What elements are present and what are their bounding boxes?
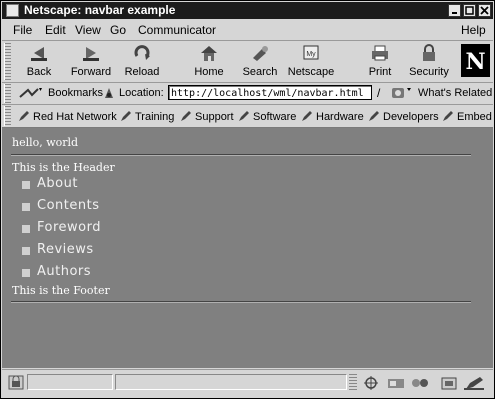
minimize-button[interactable] [448,4,461,17]
menu-edit[interactable]: Edit [45,23,66,37]
minimize-icon [452,12,457,14]
search-button[interactable]: Search [239,41,281,82]
home-icon [201,46,217,61]
search-flashlight-icon [253,46,268,61]
dropdown-slash-icon[interactable]: / [377,86,380,100]
back-arrow-icon [31,47,47,61]
address-book-component-icon[interactable] [441,377,457,390]
status-grip[interactable] [349,374,357,390]
horizontal-rule-bottom [11,301,471,303]
personal-item-hardware[interactable]: Hardware [301,110,364,123]
square-bullet-icon [22,225,30,233]
composer-component-icon[interactable] [464,377,484,390]
nav-link-contents[interactable]: Contents [37,198,99,213]
nav-link-about[interactable]: About [37,176,78,191]
menu-go[interactable]: Go [110,23,126,37]
header-text: This is the Header [12,161,115,174]
personal-item-embed[interactable]: Embed [442,110,492,123]
netscape-logo: N [461,44,490,77]
window-title: Netscape: navbar example [24,3,176,17]
personal-toolbar-grip[interactable] [4,106,11,126]
netscape-n-logo-icon: N [465,49,485,75]
greeting-text: hello, world [12,136,79,149]
maximize-icon [465,6,474,15]
netscape-button[interactable]: My Netscape [287,41,335,82]
status-bar [2,369,493,398]
svg-text:N: N [465,49,485,75]
forward-arrow-icon [83,47,99,61]
nav-link-authors[interactable]: Authors [37,264,91,279]
square-bullet-icon [22,247,30,255]
toolbar-grip[interactable] [4,43,11,80]
bookmarks-icon [19,88,42,98]
bookmark-pen-icon [369,111,379,121]
home-button[interactable]: Home [190,41,228,82]
bookmark-pen-icon [239,111,249,121]
component-bar [364,376,484,390]
mail-component-icon[interactable] [388,379,404,388]
netscape-my-icon: My [303,45,319,60]
navigator-component-icon[interactable] [364,376,378,390]
page-content: hello, world This is the Header About Co… [2,128,493,368]
bookmark-pen-icon [181,111,191,121]
location-label: Location: [119,87,164,99]
bookmark-pen-icon [19,111,29,121]
security-button[interactable]: Security [406,41,452,82]
location-url-input[interactable]: http://localhost/wml/navbar.html [168,85,372,100]
personal-item-software[interactable]: Software [238,110,296,123]
close-button[interactable] [478,4,491,17]
progress-field [27,374,113,390]
maximize-button[interactable] [463,4,476,17]
horizontal-rule-top [11,154,471,156]
bookmark-pen-icon [302,111,312,121]
bookmark-pen-icon [121,111,131,121]
bookmarks-button[interactable]: Bookmarks [48,87,103,99]
close-icon [480,6,489,15]
window-menu-icon[interactable] [6,4,19,17]
status-message-field [115,374,347,390]
personal-item-red-hat-network[interactable]: Red Hat Network [18,110,117,123]
footer-text: This is the Footer [12,284,110,297]
browser-window: Netscape: navbar example File Edit View … [0,0,495,399]
whats-related-button[interactable]: What's Related [418,87,492,99]
square-bullet-icon [22,269,30,277]
printer-icon [372,45,388,61]
personal-item-developers[interactable]: Developers [368,110,439,123]
personal-toolbar: Red Hat Network Training Support Softwar… [2,105,493,128]
newsgroups-component-icon[interactable] [412,379,428,387]
location-toolbar: Bookmarks Location: http://localhost/wml… [2,83,493,105]
menu-help[interactable]: Help [461,23,486,37]
navigation-toolbar: Back Forward Reload Home Search My Netsc… [2,41,493,83]
padlock-icon [423,44,435,61]
location-toolbar-grip[interactable] [4,84,11,103]
menu-view[interactable]: View [75,23,101,37]
square-bullet-icon [22,203,30,211]
personal-item-training[interactable]: Training [120,110,174,123]
back-button[interactable]: Back [16,41,62,82]
location-icon [105,88,113,98]
forward-button[interactable]: Forward [66,41,116,82]
menu-bar: File Edit View Go Communicator Help [2,20,493,41]
personal-item-support[interactable]: Support [180,110,234,123]
menu-communicator[interactable]: Communicator [138,23,216,37]
whats-related-icon [392,88,411,98]
nav-link-foreword[interactable]: Foreword [37,220,101,235]
svg-text:My: My [306,51,316,58]
print-button[interactable]: Print [362,41,398,82]
bookmark-pen-icon [443,111,453,121]
menu-file[interactable]: File [13,23,32,37]
security-lock-status-icon[interactable] [8,375,24,390]
square-bullet-icon [22,181,30,189]
reload-icon [134,45,150,60]
title-bar[interactable]: Netscape: navbar example [2,2,493,19]
nav-link-reviews[interactable]: Reviews [37,242,94,257]
reload-button[interactable]: Reload [120,41,164,82]
